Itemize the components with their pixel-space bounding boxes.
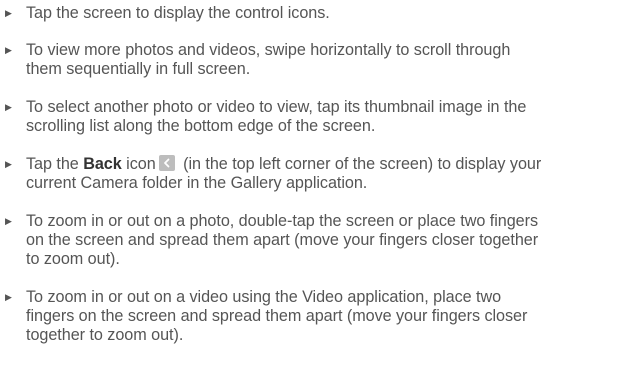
bullet-triangle-icon: ▶ bbox=[5, 45, 12, 55]
text-line: fingers on the screen and spread them ap… bbox=[26, 307, 528, 325]
bullet-triangle-icon: ▶ bbox=[5, 102, 12, 112]
text-line: To zoom in or out on a video using the V… bbox=[26, 288, 502, 306]
list-item-text: Tap the screen to display the control ic… bbox=[26, 4, 624, 23]
bullet-triangle-icon: ▶ bbox=[5, 8, 12, 18]
bullet-triangle-icon: ▶ bbox=[5, 216, 12, 226]
chevron-left-icon bbox=[158, 155, 175, 171]
text-line: current Camera folder in the Gallery app… bbox=[26, 174, 368, 192]
text-line: them sequentially in full screen. bbox=[26, 60, 251, 78]
text-line: on the screen and spread them apart (mov… bbox=[26, 231, 539, 249]
list-item-text: To view more photos and videos, swipe ho… bbox=[26, 41, 624, 79]
list-item-text: To zoom in or out on a photo, double-tap… bbox=[26, 212, 624, 269]
manual-page: ▶ Tap the screen to display the control … bbox=[0, 0, 627, 365]
text-line: To select another photo or video to view… bbox=[26, 98, 527, 116]
text-line: scrolling list along the bottom edge of … bbox=[26, 117, 376, 135]
text-line: To zoom in or out on a photo, double-tap… bbox=[26, 212, 539, 230]
text-line: Tap the screen to display the control ic… bbox=[26, 4, 330, 22]
text-fragment: icon bbox=[121, 155, 156, 173]
text-line: together to zoom out). bbox=[26, 326, 184, 344]
text-line: Tap the Back icon (in the top left corne… bbox=[26, 155, 624, 174]
bullet-triangle-icon: ▶ bbox=[5, 159, 12, 169]
text-fragment: Tap the bbox=[26, 155, 84, 173]
bullet-triangle-icon: ▶ bbox=[5, 292, 12, 302]
back-label: Back bbox=[83, 155, 122, 173]
text-fragment: (in the top left corner of the screen) t… bbox=[178, 155, 542, 173]
text-line: to zoom out). bbox=[26, 250, 120, 268]
list-item-text: To zoom in or out on a video using the V… bbox=[26, 288, 624, 345]
text-line: To view more photos and videos, swipe ho… bbox=[26, 41, 511, 59]
list-item-text: To select another photo or video to view… bbox=[26, 98, 624, 136]
list-item-text: Tap the Back icon (in the top left corne… bbox=[26, 155, 624, 193]
